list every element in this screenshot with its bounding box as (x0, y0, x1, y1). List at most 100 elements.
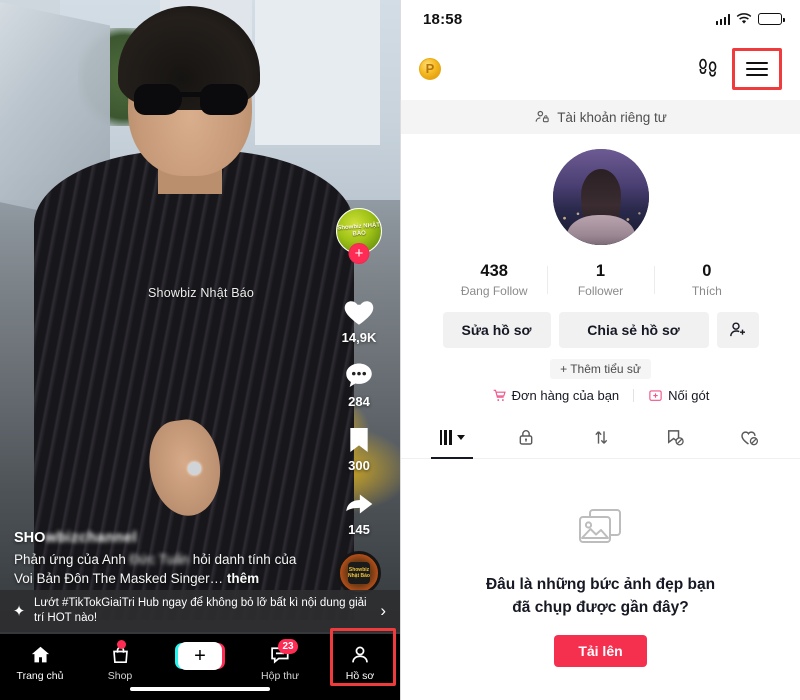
home-indicator (130, 687, 270, 691)
username-blurred-part: wbizchannel (45, 530, 138, 546)
highlight-box-menu (732, 47, 782, 91)
private-account-label: Tài khoản riêng tư (557, 109, 667, 125)
building-right (255, 0, 380, 145)
lock-icon (516, 427, 536, 448)
add-bio-row[interactable]: + Thêm tiểu sử (401, 359, 800, 379)
header-right-actions[interactable] (696, 47, 782, 91)
private-account-bar[interactable]: Tài khoản riêng tư (401, 100, 800, 134)
chevron-right-icon[interactable]: › (380, 601, 390, 621)
caption-blurred-part: Đức Tuấn (129, 552, 189, 567)
create-button[interactable]: + (172, 642, 228, 670)
follow-steps-link[interactable]: Nối gót (648, 388, 709, 403)
stat-followers-number: 1 (595, 262, 606, 280)
tab-private[interactable] (489, 417, 563, 458)
creator-avatar-label: Showbiz NHẬT BÁO (337, 222, 381, 238)
tab-home-label: Trang chủ (16, 670, 64, 682)
empty-title-line1: Đâu là những bức ảnh đẹp bạn (485, 576, 716, 593)
add-box-icon (648, 388, 663, 403)
comment-count: 284 (348, 394, 370, 409)
add-bio-button[interactable]: + Thêm tiểu sử (550, 359, 651, 379)
bookmark-button[interactable]: 300 (330, 423, 388, 473)
private-person-icon (534, 109, 550, 125)
like-count: 14,9K (341, 330, 377, 345)
avatar-person-body (566, 215, 635, 245)
add-person-icon (728, 320, 748, 340)
stat-following[interactable]: 438 Đang Follow (441, 262, 547, 298)
tab-shop-label: Shop (107, 670, 133, 682)
cart-icon (492, 388, 507, 403)
sunglasses-icon (134, 84, 248, 116)
status-bar: 18:58 (401, 0, 800, 38)
tab-create[interactable]: + (160, 642, 240, 670)
share-button[interactable]: 145 (330, 487, 388, 537)
wifi-icon (736, 13, 752, 25)
home-icon (0, 642, 80, 668)
bookmark-count: 300 (348, 458, 370, 473)
share-profile-button[interactable]: Chia sẻ hồ sơ (558, 312, 709, 348)
profile-header[interactable]: P (401, 38, 800, 100)
tab-reposts[interactable] (563, 417, 637, 458)
follow-button[interactable]: + (348, 243, 370, 264)
battery-icon (758, 13, 785, 25)
chevron-down-icon (456, 435, 465, 440)
p-coin-icon[interactable]: P (419, 58, 441, 80)
heart-icon (330, 294, 388, 329)
status-time: 18:58 (423, 10, 463, 28)
orders-link[interactable]: Đơn hàng của bạn (492, 388, 619, 403)
comment-bubble-icon (330, 359, 388, 393)
caption-more-link[interactable]: thêm (227, 571, 259, 586)
tiktok-profile-panel[interactable]: 18:58 P Tài khoản riêng tư 438 Đang Foll… (400, 0, 800, 700)
edit-profile-button[interactable]: Sửa hồ sơ (442, 312, 551, 348)
shop-badge-dot (117, 640, 126, 649)
caption-line-2: hỏi danh tính (192, 552, 271, 567)
finger-ring (188, 462, 201, 475)
video-caption-block[interactable]: SHOwbizchannel Phản ứng của Anh Đức Tuấn… (0, 530, 330, 596)
tab-profile[interactable]: Hồ sơ (320, 642, 400, 682)
comment-button[interactable]: 284 (330, 359, 388, 409)
plus-icon: + (194, 645, 206, 667)
person-icon (320, 642, 400, 668)
tab-saved[interactable] (638, 417, 712, 458)
empty-state: Đâu là những bức ảnh đẹp bạn đã chụp đượ… (401, 505, 800, 667)
hamburger-menu-icon[interactable] (746, 58, 768, 81)
tab-home[interactable]: Trang chủ (0, 642, 80, 682)
screenshot-root: Showbiz Nhật Báo Showbiz NHẬT BÁO + 14,9… (0, 0, 800, 700)
bookmark-icon (330, 423, 388, 457)
photos-icon (573, 505, 629, 555)
tab-inbox[interactable]: 23 Hộp thư (240, 639, 320, 682)
status-indicators (715, 13, 785, 25)
stat-followers[interactable]: 1 Follower (547, 262, 653, 298)
creator-avatar-button[interactable]: Showbiz NHẬT BÁO + (330, 208, 388, 264)
empty-title-line2: đã chụp được gần đây? (512, 599, 689, 616)
video-caption-text: Phản ứng của Anh Đức Tuấn hỏi danh tính … (14, 550, 316, 588)
tab-liked[interactable] (712, 417, 786, 458)
video-action-rail[interactable]: Showbiz NHẬT BÁO + 14,9K 284 300 145 Sho… (330, 208, 388, 595)
tab-videos[interactable] (415, 417, 489, 458)
sparkle-icon: ✦ (12, 603, 26, 620)
add-friend-button[interactable] (716, 312, 759, 348)
tab-inbox-label: Hộp thư (261, 670, 299, 682)
tab-profile-label: Hồ sơ (345, 670, 375, 682)
stat-followers-label: Follower (577, 284, 624, 298)
profile-avatar[interactable] (552, 149, 649, 245)
caption-line-1: Phản ứng của Anh (14, 552, 126, 567)
username-visible-part: SHO (14, 530, 46, 546)
bottom-tab-bar[interactable]: Trang chủ Shop + 23 Hộp thư Hồ sơ (0, 628, 400, 700)
video-username[interactable]: SHOwbizchannel (14, 530, 316, 546)
stat-following-label: Đang Follow (460, 284, 528, 298)
share-arrow-icon (330, 487, 388, 521)
tiktok-video-panel[interactable]: Showbiz Nhật Báo Showbiz NHẬT BÁO + 14,9… (0, 0, 400, 700)
empty-state-title: Đâu là những bức ảnh đẹp bạn đã chụp đượ… (486, 573, 715, 619)
profile-content-tabs[interactable] (401, 417, 800, 459)
profile-links-row[interactable]: Đơn hàng của bạn Nối gót (401, 388, 800, 403)
stat-likes[interactable]: 0 Thích (653, 262, 760, 298)
profile-action-buttons[interactable]: Sửa hồ sơ Chia sẻ hồ sơ (401, 312, 800, 348)
upload-button[interactable]: Tải lên (554, 635, 647, 667)
hub-promo-banner[interactable]: ✦ Lướt #TikTokGiaiTri Hub ngay để không … (0, 590, 400, 632)
tab-shop[interactable]: Shop (80, 640, 160, 682)
follow-steps-link-label: Nối gót (668, 388, 710, 403)
music-disc-button[interactable]: Showbiz Nhật Báo (337, 551, 381, 595)
footprints-icon[interactable] (696, 56, 720, 82)
like-button[interactable]: 14,9K (330, 294, 388, 345)
signal-bars-icon (715, 13, 730, 25)
